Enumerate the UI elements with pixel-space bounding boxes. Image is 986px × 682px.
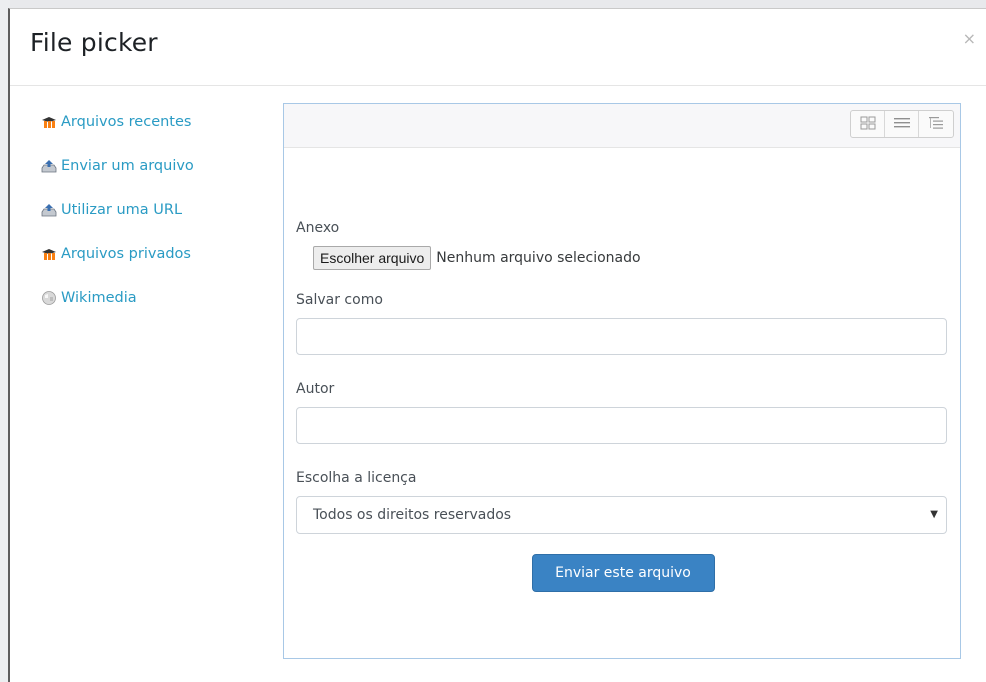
license-selected-value: Todos os direitos reservados [313,507,512,523]
sidebar-item-use-url[interactable]: Utilizar uma URL [40,199,270,221]
upload-form: Anexo Escolher arquivo Nenhum arquivo se… [296,220,948,592]
dialog-title: File picker [30,28,158,57]
tree-view-button[interactable] [919,111,953,137]
view-switcher [850,110,954,138]
save-as-input[interactable] [296,318,947,355]
sidebar-item-recent-files[interactable]: Arquivos recentes [40,111,270,133]
sidebar-item-label: Wikimedia [61,290,137,306]
choose-file-button[interactable]: Escolher arquivo [313,246,432,270]
wikimedia-globe-icon [40,289,58,307]
sidebar-item-label: Arquivos privados [61,246,191,262]
save-as-label: Salvar como [296,292,383,308]
sidebar-item-label: Utilizar uma URL [61,202,183,218]
sidebar-item-private-files[interactable]: Arquivos privados [40,243,270,265]
list-view-button[interactable] [885,111,919,137]
file-chooser: Escolher arquivo Nenhum arquivo selecion… [313,246,948,270]
caret-down-icon: ▼ [930,509,938,520]
file-upload-panel: Anexo Escolher arquivo Nenhum arquivo se… [283,103,961,659]
view-toolbar [284,104,960,148]
upload-icon [40,157,58,175]
close-button[interactable]: × [963,31,976,47]
icons-view-icon [859,115,877,134]
sidebar-item-upload-file[interactable]: Enviar um arquivo [40,155,270,177]
tree-view-icon [927,115,945,134]
moodle-cap-icon [40,113,58,131]
submit-row: Enviar este arquivo [296,554,948,592]
license-label: Escolha a licença [296,470,417,486]
license-select[interactable]: Todos os direitos reservados ▼ [296,496,947,534]
list-view-icon [893,115,911,134]
sidebar-item-label: Arquivos recentes [61,114,192,130]
attachment-label: Anexo [296,220,340,236]
no-file-selected-text: Nenhum arquivo selecionado [436,250,641,266]
moodle-cap-icon [40,245,58,263]
file-picker-dialog: File picker × Arquivos recentes Enviar u… [8,8,986,682]
repository-sidebar: Arquivos recentes Enviar um arquivo Util… [40,111,270,331]
author-label: Autor [296,381,335,397]
dialog-header: File picker × [10,9,986,86]
sidebar-item-wikimedia[interactable]: Wikimedia [40,287,270,309]
author-input[interactable] [296,407,947,444]
upload-file-button[interactable]: Enviar este arquivo [531,554,715,592]
upload-icon [40,201,58,219]
sidebar-item-label: Enviar um arquivo [61,158,194,174]
icons-view-button[interactable] [851,111,885,137]
